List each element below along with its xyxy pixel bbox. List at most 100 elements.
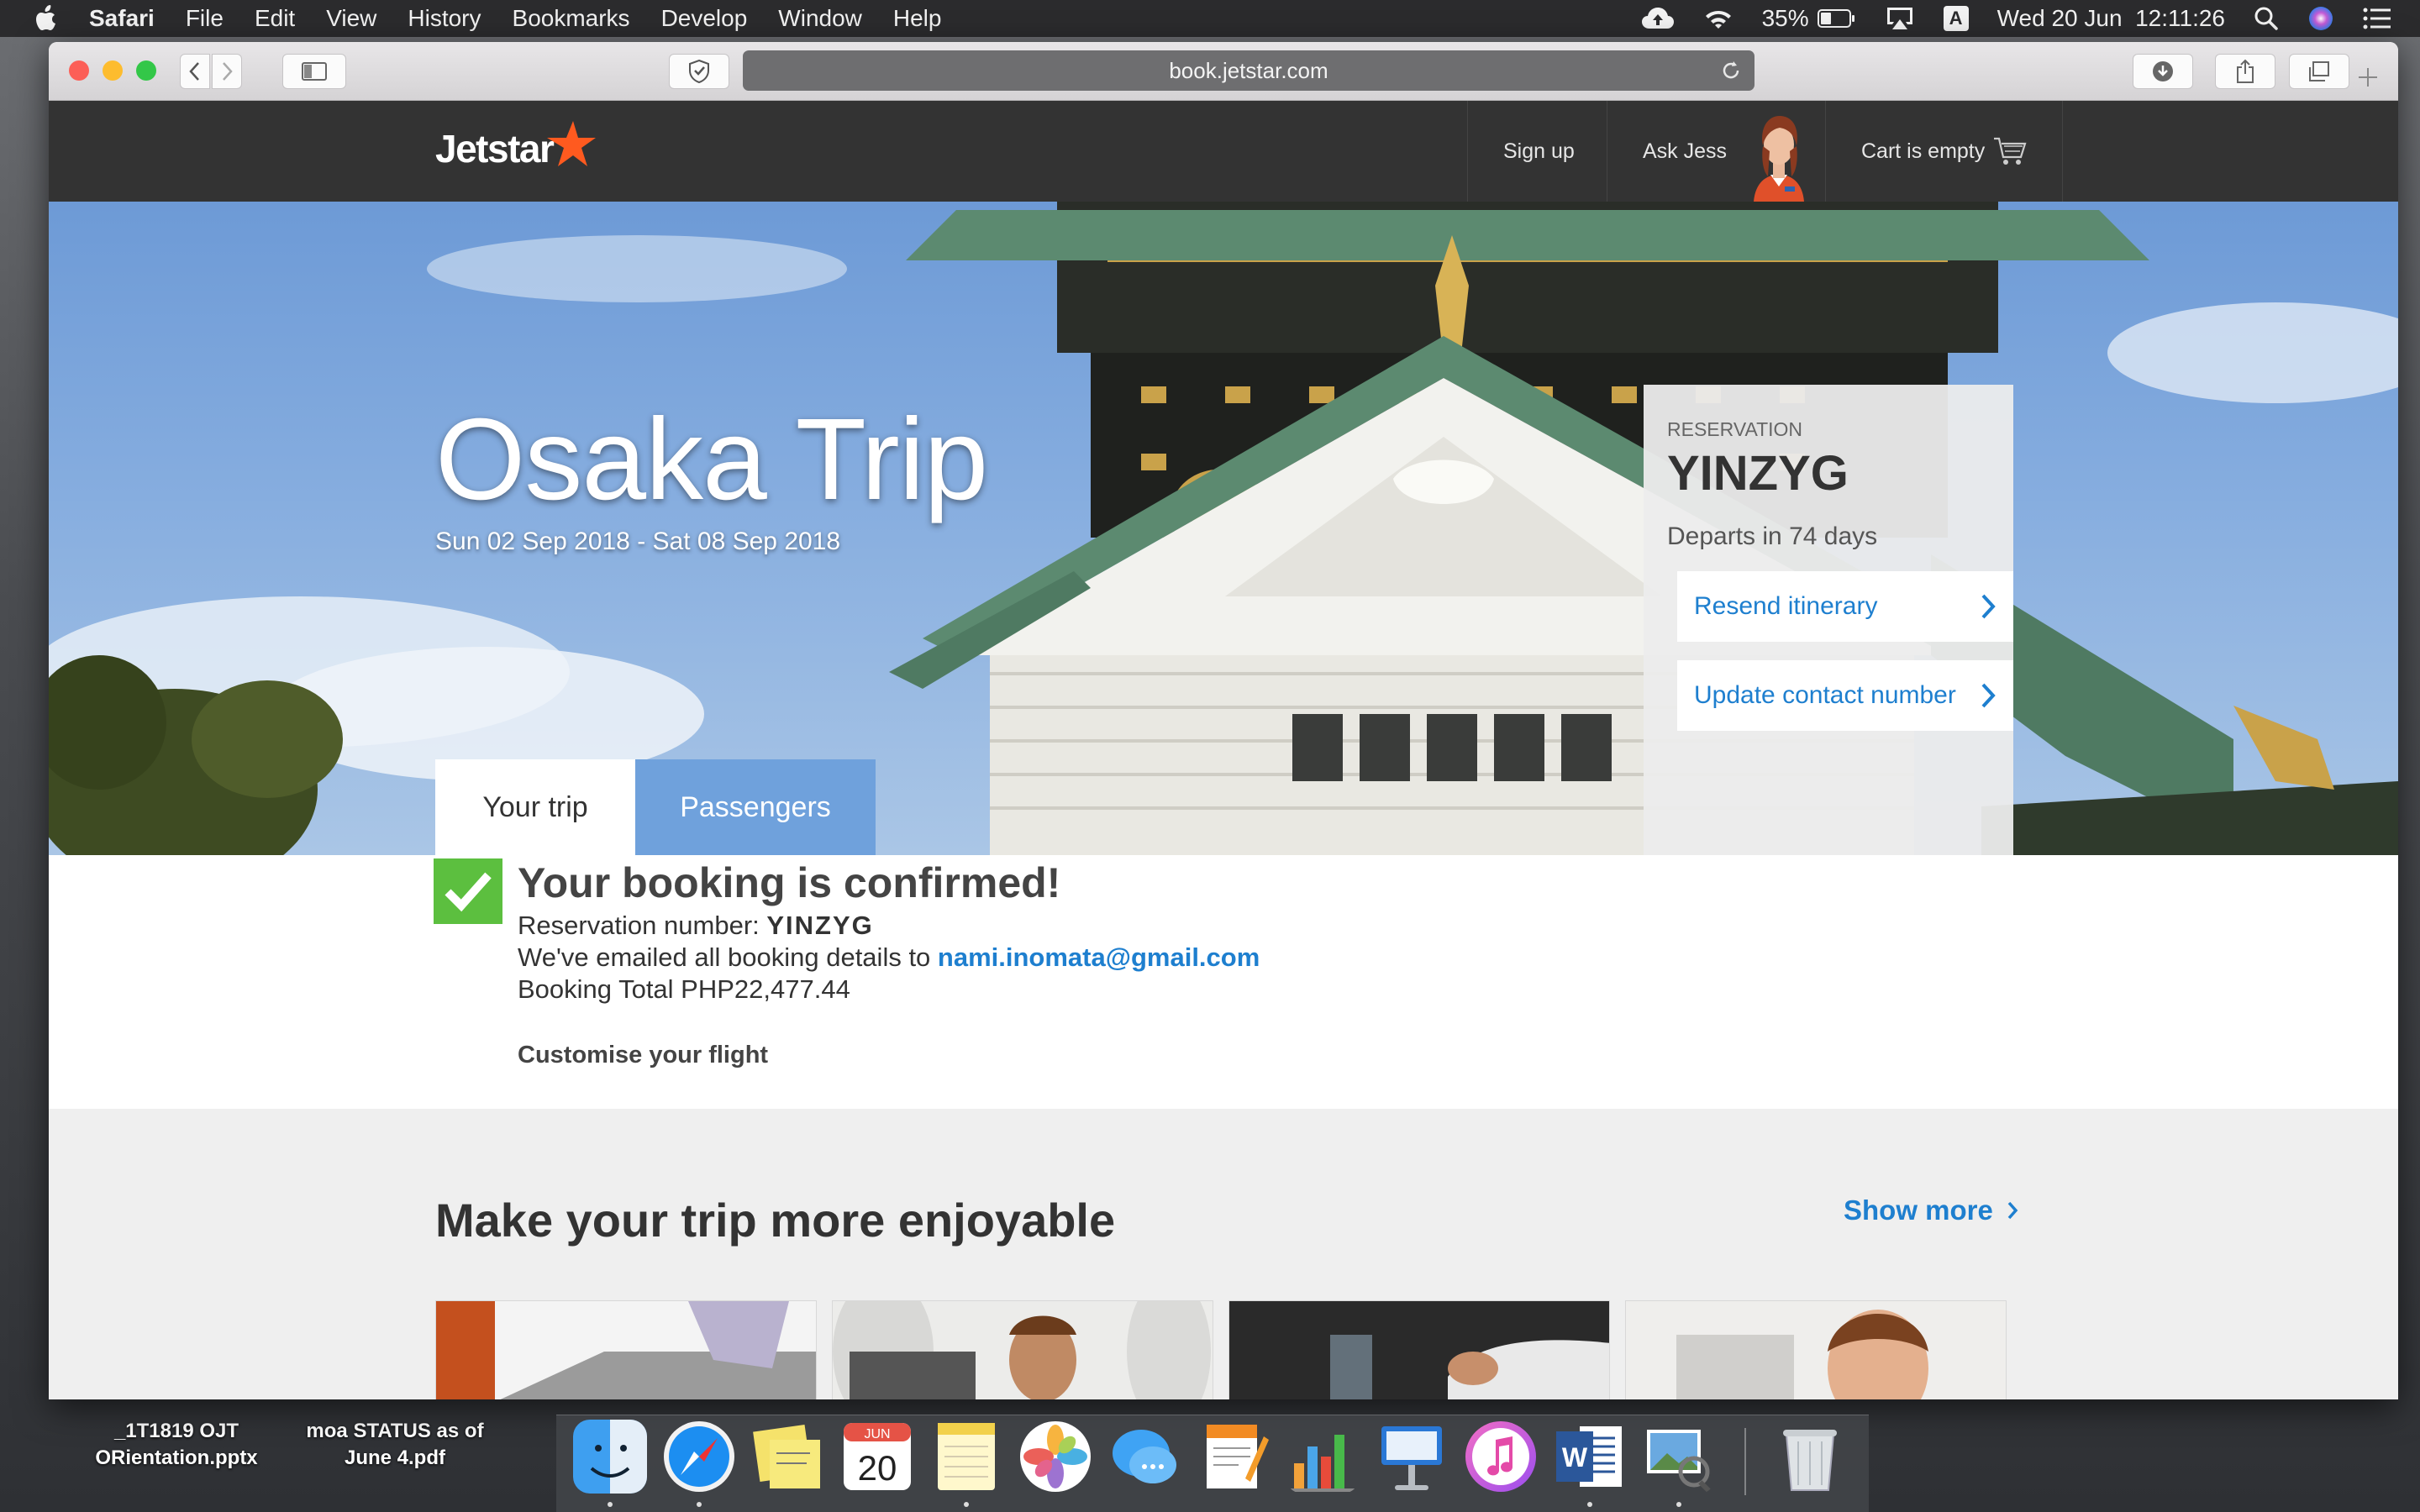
wifi-icon[interactable] xyxy=(1703,7,1733,30)
menu-view[interactable]: View xyxy=(326,5,376,32)
privacy-shield-button[interactable] xyxy=(669,54,729,89)
upsell-card-baggage[interactable] xyxy=(435,1300,817,1399)
upsell-card-meals[interactable] xyxy=(1228,1300,1610,1399)
messages-icon[interactable] xyxy=(1107,1420,1181,1494)
numbers-icon[interactable] xyxy=(1286,1420,1360,1494)
battery-icon[interactable] xyxy=(1817,8,1856,29)
finder-running-indicator xyxy=(608,1502,613,1507)
nav-sign-up-label: Sign up xyxy=(1503,139,1575,163)
back-button[interactable] xyxy=(180,54,210,89)
input-source-icon[interactable]: A xyxy=(1943,6,1969,31)
menu-bar: Safari File Edit View History Bookmarks … xyxy=(0,0,2420,37)
new-tab-button[interactable] xyxy=(2351,60,2385,94)
calendar-icon[interactable]: JUN 20 xyxy=(840,1420,914,1494)
resend-itinerary-link[interactable]: Resend itinerary xyxy=(1677,571,2013,642)
share-button[interactable] xyxy=(2215,54,2275,89)
email-link[interactable]: nami.inomata@gmail.com xyxy=(938,942,1260,972)
finder-icon[interactable] xyxy=(573,1420,647,1494)
chevron-right-icon xyxy=(223,62,233,81)
close-window-button[interactable] xyxy=(69,60,89,81)
menu-bookmarks[interactable]: Bookmarks xyxy=(513,5,630,32)
nav-sign-up[interactable]: Sign up xyxy=(1467,101,1610,202)
preview-icon[interactable] xyxy=(1642,1420,1716,1494)
forward-button[interactable] xyxy=(212,54,242,89)
preview-running-indicator xyxy=(1676,1502,1681,1507)
siri-icon[interactable] xyxy=(2307,5,2334,32)
address-bar[interactable]: book.jetstar.com xyxy=(743,50,1754,91)
plus-icon xyxy=(2359,68,2377,87)
entertainment-image xyxy=(1626,1301,2006,1399)
dock: JUN 20 W xyxy=(0,1403,2420,1512)
show-more-link[interactable]: Show more xyxy=(1844,1194,2018,1226)
cloud-upload-icon[interactable] xyxy=(1641,7,1675,30)
update-contact-number-link[interactable]: Update contact number xyxy=(1677,660,2013,731)
jess-avatar xyxy=(1754,116,1804,202)
safari-running-indicator xyxy=(697,1502,702,1507)
resend-itinerary-label: Resend itinerary xyxy=(1694,592,1878,620)
menu-file[interactable]: File xyxy=(186,5,224,32)
apple-icon[interactable] xyxy=(35,4,60,33)
reload-icon[interactable] xyxy=(1719,59,1743,82)
menu-safari[interactable]: Safari xyxy=(89,5,155,32)
menubar-clock[interactable]: Wed 20 Jun 12:11:26 xyxy=(1997,5,2225,32)
trip-title: Osaka Trip xyxy=(435,395,988,524)
menu-develop[interactable]: Develop xyxy=(661,5,748,32)
tab-overview-button[interactable] xyxy=(2289,54,2349,89)
svg-text:W: W xyxy=(1562,1442,1588,1473)
upsell-heading: Make your trip more enjoyable xyxy=(435,1194,1116,1247)
reservation-card: RESERVATION YINZYG Departs in 74 days Re… xyxy=(1644,385,2013,855)
menu-window[interactable]: Window xyxy=(778,5,862,32)
tab-passengers-label: Passengers xyxy=(680,790,831,823)
chevron-right-icon xyxy=(2007,1201,2018,1220)
upsell-card-entertainment[interactable] xyxy=(1625,1300,2007,1399)
site-header: Jetstar Sign up Ask Jess Cart is empty xyxy=(49,101,2398,202)
nav-ask-jess-label: Ask Jess xyxy=(1643,139,1728,163)
trash-icon[interactable] xyxy=(1773,1420,1847,1494)
osaka-castle-image xyxy=(49,202,2398,855)
itunes-icon[interactable] xyxy=(1464,1420,1538,1494)
spotlight-search-icon[interactable] xyxy=(2254,6,2279,31)
safari-icon[interactable] xyxy=(662,1420,736,1494)
menu-help[interactable]: Help xyxy=(893,5,942,32)
minimize-window-button[interactable] xyxy=(103,60,123,81)
departs-countdown: Departs in 74 days xyxy=(1667,522,1878,550)
sidebar-toggle-button[interactable] xyxy=(282,54,346,89)
zoom-window-button[interactable] xyxy=(136,60,156,81)
upsell-card-seats[interactable] xyxy=(832,1300,1213,1399)
nav-ask-jess[interactable]: Ask Jess xyxy=(1607,101,1825,202)
airplay-icon[interactable] xyxy=(1885,6,1915,31)
keynote-icon[interactable] xyxy=(1375,1420,1449,1494)
notification-center-icon[interactable] xyxy=(2363,7,2391,30)
reservation-label: RESERVATION xyxy=(1667,418,1803,440)
emailed-text: We've emailed all booking details to xyxy=(518,942,931,972)
show-more-label: Show more xyxy=(1844,1194,1993,1226)
hero-banner: Osaka Trip Sun 02 Sep 2018 - Sat 08 Sep … xyxy=(49,202,2398,855)
menu-history[interactable]: History xyxy=(408,5,481,32)
url-text: book.jetstar.com xyxy=(1169,57,1328,83)
customise-flight-link[interactable]: Customise your flight xyxy=(518,1042,768,1069)
baggage-image xyxy=(436,1301,816,1399)
nav-cart[interactable]: Cart is empty xyxy=(1825,101,2064,202)
tab-your-trip-label: Your trip xyxy=(482,790,588,823)
booking-confirmation: Your booking is confirmed! Reservation n… xyxy=(49,855,2398,1109)
stickies-icon[interactable] xyxy=(751,1420,825,1494)
tab-passengers[interactable]: Passengers xyxy=(635,759,876,855)
email-line: We've emailed all booking details to nam… xyxy=(518,942,1260,973)
check-icon xyxy=(434,858,502,924)
upsell-section: Make your trip more enjoyable Show more xyxy=(49,1109,2398,1399)
pages-icon[interactable] xyxy=(1197,1420,1270,1494)
photos-icon[interactable] xyxy=(1018,1420,1092,1494)
jetstar-logo[interactable]: Jetstar xyxy=(435,119,597,178)
downloads-button[interactable] xyxy=(2133,54,2193,89)
web-page: Jetstar Sign up Ask Jess Cart is empty O… xyxy=(49,101,2398,1399)
menu-edit[interactable]: Edit xyxy=(255,5,295,32)
cart-icon xyxy=(1994,137,2027,165)
tab-your-trip[interactable]: Your trip xyxy=(435,759,635,855)
reservation-code: YINZYG xyxy=(1667,446,1849,501)
trip-dates: Sun 02 Sep 2018 - Sat 08 Sep 2018 xyxy=(435,528,841,555)
notes-running-indicator xyxy=(964,1502,969,1507)
notes-icon[interactable] xyxy=(929,1420,1003,1494)
word-icon[interactable]: W xyxy=(1553,1420,1627,1494)
update-contact-number-label: Update contact number xyxy=(1694,681,1956,709)
confirmation-heading: Your booking is confirmed! xyxy=(518,859,1061,906)
